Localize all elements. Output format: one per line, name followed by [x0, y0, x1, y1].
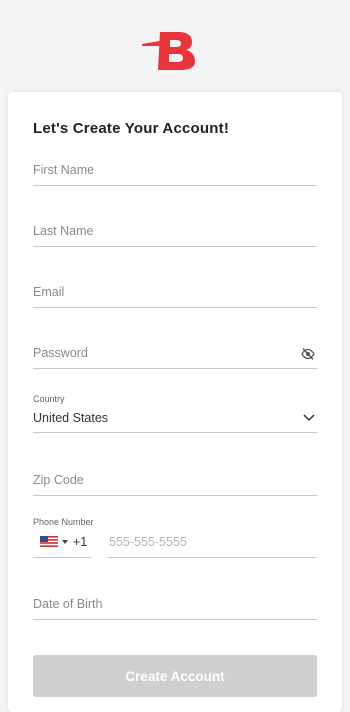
country-value: United States [33, 411, 109, 425]
date-of-birth-field[interactable]: Date of Birth [33, 590, 317, 620]
password-field[interactable]: Password [33, 339, 317, 369]
caret-down-icon [62, 540, 68, 544]
signup-card: Let's Create Your Account! First Name La… [8, 92, 342, 712]
create-account-button[interactable]: Create Account [33, 655, 317, 697]
last-name-field[interactable]: Last Name [33, 217, 317, 247]
first-name-field[interactable]: First Name [33, 156, 317, 186]
password-placeholder: Password [33, 346, 88, 360]
us-flag-icon [40, 536, 58, 547]
phone-placeholder: 555-555-5555 [109, 535, 187, 549]
brand-logo-icon [142, 32, 195, 70]
zip-code-placeholder: Zip Code [33, 473, 84, 487]
phone-number-label: Phone Number [33, 517, 94, 527]
phone-country-select[interactable]: +1 [33, 528, 91, 558]
date-of-birth-placeholder: Date of Birth [33, 597, 103, 611]
phone-country-code: +1 [73, 535, 88, 549]
zip-code-field[interactable]: Zip Code [33, 466, 317, 496]
phone-number-field[interactable]: 555-555-5555 [107, 528, 317, 558]
form-title: Let's Create Your Account! [33, 120, 230, 137]
email-placeholder: Email [33, 285, 65, 299]
email-field[interactable]: Email [33, 278, 317, 308]
last-name-placeholder: Last Name [33, 224, 94, 238]
first-name-placeholder: First Name [33, 163, 95, 177]
eye-slash-icon[interactable] [301, 348, 315, 360]
chevron-down-icon [303, 414, 315, 422]
header [0, 0, 350, 92]
country-select[interactable]: United States [33, 403, 317, 433]
